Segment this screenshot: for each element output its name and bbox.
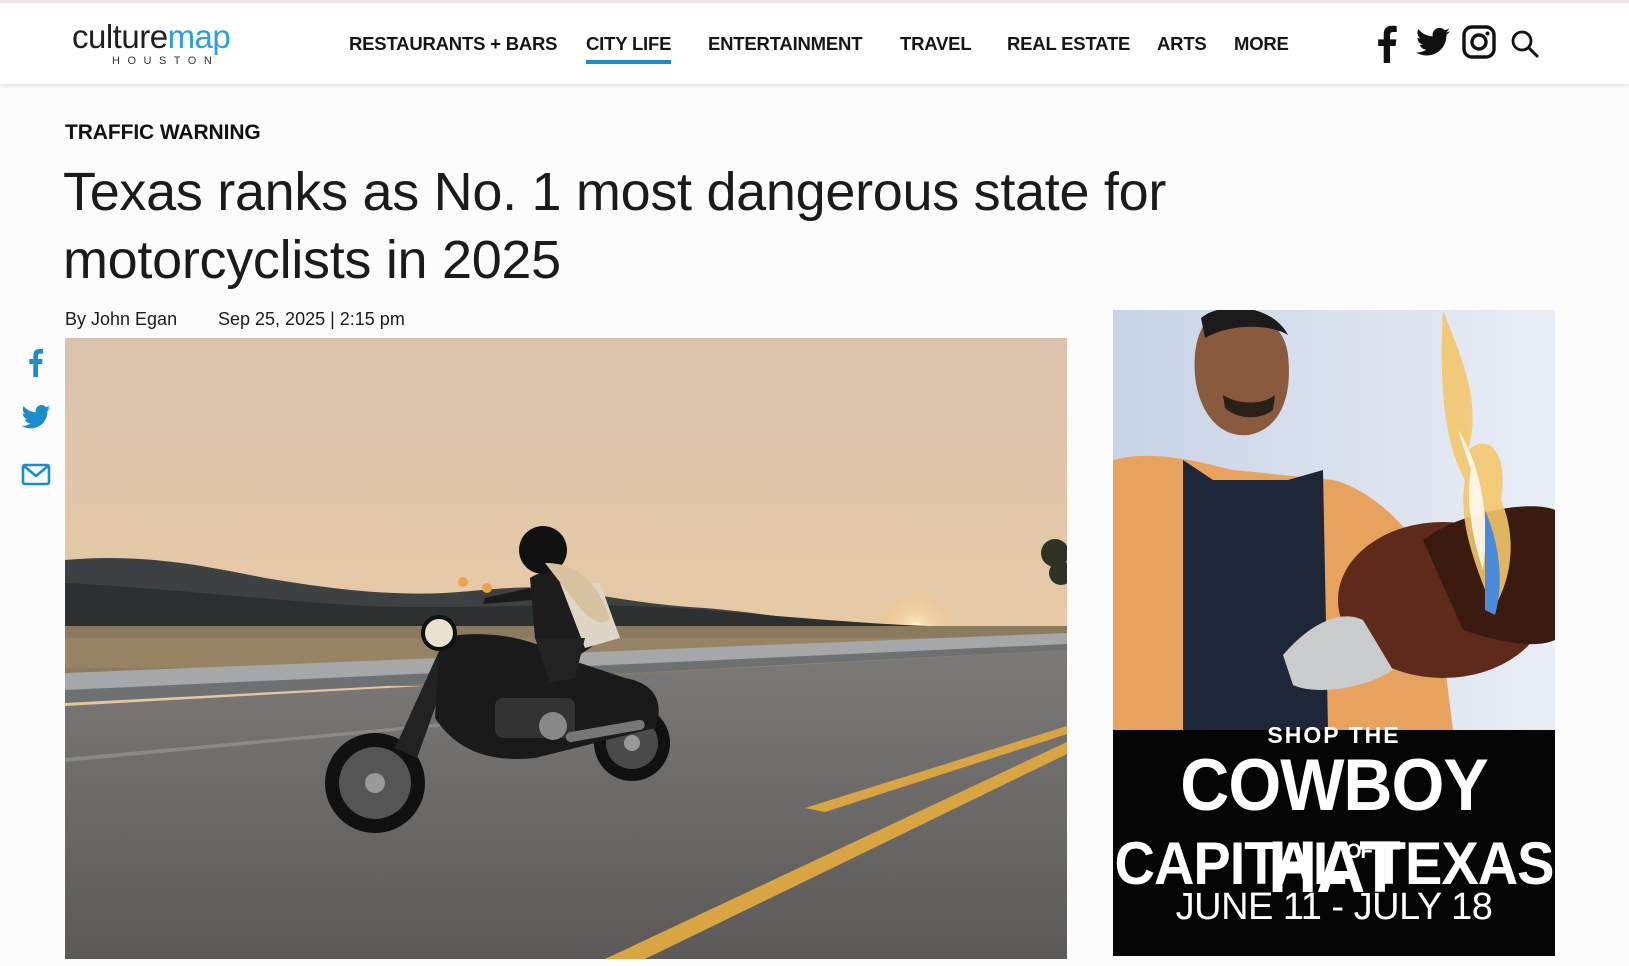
site-logo[interactable]: culturemap HOUSTON: [72, 19, 272, 71]
ad-dates: JUNE 11 - JULY 18: [1175, 886, 1493, 928]
article-kicker[interactable]: TRAFFIC WARNING: [65, 121, 261, 145]
facebook-icon[interactable]: [1375, 25, 1399, 63]
twitter-icon[interactable]: [1416, 27, 1450, 65]
nav-travel[interactable]: TRAVEL: [900, 33, 972, 55]
share-email-icon[interactable]: [18, 456, 54, 492]
search-icon[interactable]: [1510, 29, 1540, 67]
article-author[interactable]: By John Egan: [65, 309, 177, 330]
logo-city-label: HOUSTON: [112, 55, 220, 67]
article-date: Sep 25, 2025 | 2:15 pm: [218, 309, 405, 329]
nav-city-life[interactable]: CITY LIFE: [586, 33, 672, 64]
cowboy-hat-ad[interactable]: SHOP THE COWBOY HAT CAPITALOFTEXAS JUNE …: [1113, 310, 1555, 956]
logo-wordmark: culturemap: [72, 19, 272, 55]
nav-restaurants-bars[interactable]: RESTAURANTS + BARS: [349, 33, 558, 55]
hero-image: [65, 338, 1067, 959]
ad-of: OF: [1346, 839, 1373, 864]
logo-culture: culture: [72, 18, 168, 55]
article-headline: Texas ranks as No. 1 most dangerous stat…: [63, 162, 1167, 290]
nav-entertainment[interactable]: ENTERTAINMENT: [708, 33, 863, 55]
share-facebook-icon[interactable]: [18, 344, 54, 380]
site-header: culturemap HOUSTON RESTAURANTS + BARS CI…: [0, 0, 1629, 84]
share-twitter-icon[interactable]: [18, 399, 54, 435]
instagram-icon[interactable]: [1462, 25, 1496, 63]
nav-more[interactable]: MORE: [1234, 33, 1289, 55]
logo-map: map: [167, 18, 231, 55]
nav-arts[interactable]: ARTS: [1157, 33, 1207, 55]
nav-real-estate[interactable]: REAL ESTATE: [1007, 33, 1130, 55]
